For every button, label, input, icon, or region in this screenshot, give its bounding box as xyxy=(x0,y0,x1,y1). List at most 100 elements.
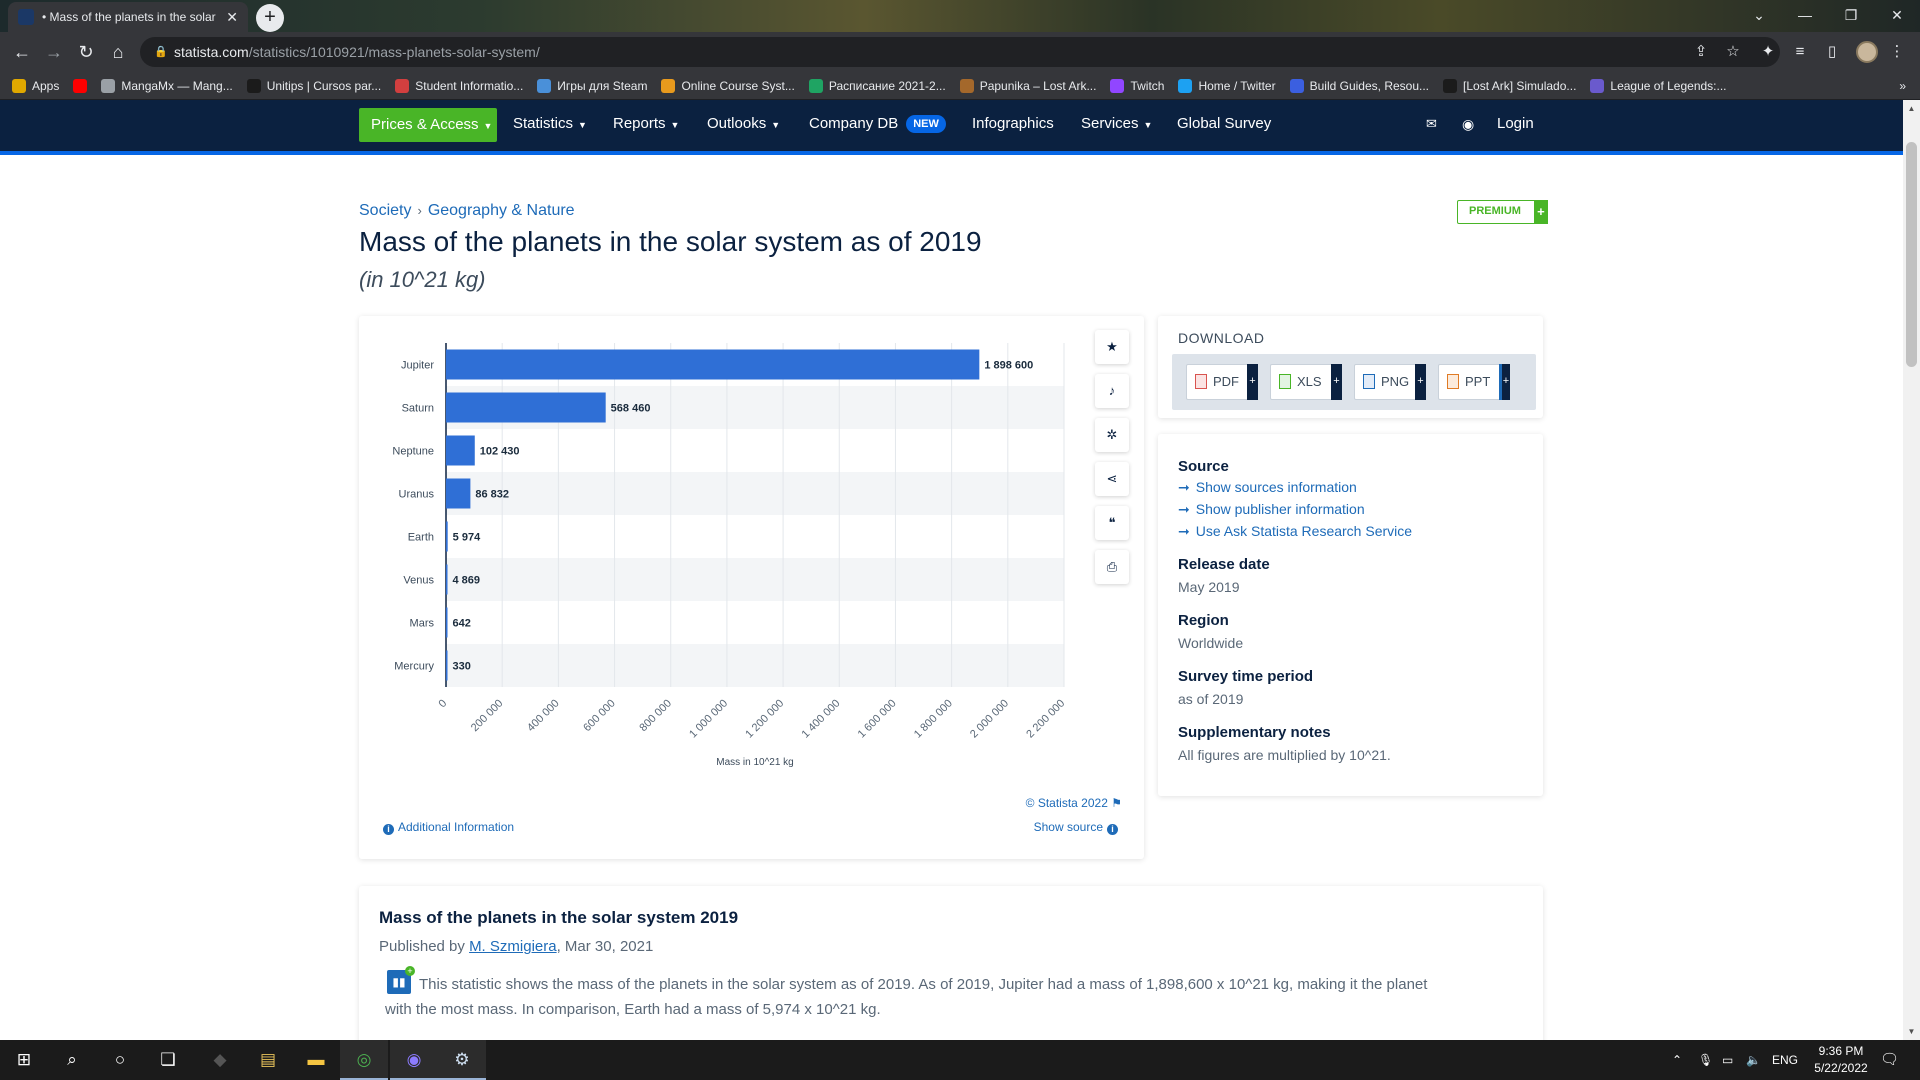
forward-icon[interactable]: → xyxy=(38,32,70,72)
cite-quote-icon[interactable]: ❝ xyxy=(1095,506,1129,540)
share-icon[interactable]: ⇪ xyxy=(1686,37,1716,67)
bookmark-item[interactable]: Papunika – Lost Ark... xyxy=(959,78,1096,93)
task-view-icon[interactable]: ❏ xyxy=(144,1040,192,1080)
bookmark-item[interactable]: MangaMx — Mang... xyxy=(101,78,233,93)
search-icon[interactable]: ⌕ xyxy=(48,1040,96,1080)
login-link[interactable]: Login xyxy=(1497,100,1534,148)
plus-icon: + xyxy=(1533,199,1548,224)
side-panel-icon[interactable]: ▯ xyxy=(1817,37,1847,67)
download-xls-button[interactable]: XLS + xyxy=(1270,364,1342,400)
file-explorer-icon[interactable]: ▬ xyxy=(292,1040,340,1080)
show-sources-link[interactable]: ➞ Show sources information xyxy=(1178,479,1357,496)
tray-overflow-icon[interactable]: ⌃ xyxy=(1672,1040,1682,1080)
steam-icon[interactable]: ⚙ xyxy=(438,1040,486,1080)
scrollbar-thumb[interactable] xyxy=(1906,142,1917,367)
scroll-up-icon[interactable]: ▲ xyxy=(1903,100,1920,117)
new-tab-button[interactable]: + xyxy=(256,4,284,32)
tab-search-icon[interactable]: ⌄ xyxy=(1736,0,1782,32)
author-link[interactable]: M. Szmigiera xyxy=(469,938,557,955)
bookmark-item[interactable]: Student Informatio... xyxy=(395,78,523,93)
x-tick-label: 1 600 000 xyxy=(856,697,899,740)
nav-company-db[interactable]: Company DB NEW xyxy=(809,100,946,148)
network-icon[interactable]: ▭ xyxy=(1722,1040,1733,1080)
profile-avatar[interactable] xyxy=(1856,41,1878,63)
breadcrumb-society[interactable]: Society xyxy=(359,202,411,219)
notification-bell-icon[interactable]: ♪ xyxy=(1095,374,1129,408)
favorite-star-icon[interactable]: ★ xyxy=(1095,330,1129,364)
back-icon[interactable]: ← xyxy=(6,32,38,72)
bookmark-item[interactable]: Online Course Syst... xyxy=(661,78,795,93)
bookmark-item[interactable]: [Lost Ark] Simulado... xyxy=(1443,78,1576,93)
lock-icon: 🔒 xyxy=(154,46,168,58)
bookmark-star-icon[interactable]: ☆ xyxy=(1718,37,1748,67)
bookmark-item[interactable]: Twitch xyxy=(1110,78,1164,93)
volume-icon[interactable]: 🔈 xyxy=(1746,1040,1761,1080)
bookmark-item[interactable]: Расписание 2021-2... xyxy=(808,78,946,93)
bookmark-favicon-icon xyxy=(661,78,676,93)
value-label: 102 430 xyxy=(480,446,520,458)
mail-icon[interactable]: ✉ xyxy=(1426,100,1437,148)
statista-copyright[interactable]: © Statista 2022 ⚑ xyxy=(1026,796,1122,810)
breadcrumb-geography[interactable]: Geography & Nature xyxy=(428,202,575,219)
bookmarks-overflow-icon[interactable]: » xyxy=(1899,79,1906,93)
nav-global-survey-label: Global Survey xyxy=(1177,115,1272,132)
category-label: Saturn xyxy=(402,403,434,415)
notepad-icon[interactable]: ▤ xyxy=(244,1040,292,1080)
download-png-button[interactable]: PNG + xyxy=(1354,364,1426,400)
menu-icon[interactable]: ⋮ xyxy=(1882,37,1912,67)
bookmark-item[interactable]: Apps xyxy=(12,78,59,93)
show-source-link[interactable]: Show source i xyxy=(1034,820,1122,835)
window-close-icon[interactable]: ✕ xyxy=(1874,0,1920,32)
bookmark-item[interactable]: Home / Twitter xyxy=(1178,78,1276,93)
download-pdf-button[interactable]: PDF + xyxy=(1186,364,1258,400)
extensions-icon[interactable]: ✦ xyxy=(1753,37,1783,67)
cortana-icon[interactable]: ○ xyxy=(96,1040,144,1080)
notifications-icon[interactable]: 🗨 xyxy=(1880,1040,1899,1080)
show-publisher-link[interactable]: ➞ Show publisher information xyxy=(1178,501,1365,518)
bookmark-label: Расписание 2021-2... xyxy=(828,78,946,93)
nav-infographics[interactable]: Infographics xyxy=(972,100,1054,148)
bookmark-favicon-icon xyxy=(395,78,410,93)
bookmark-item[interactable]: Игры для Steam xyxy=(537,78,647,93)
x-tick-label: 2 000 000 xyxy=(968,697,1011,740)
share-network-icon[interactable]: ⋖ xyxy=(1095,462,1129,496)
windows-start-icon[interactable]: ⊞ xyxy=(0,1040,48,1080)
nav-statistics[interactable]: Statistics ▼ xyxy=(513,100,587,148)
additional-information-link[interactable]: i Additional Information xyxy=(379,820,514,835)
globe-icon[interactable]: ◉ xyxy=(1462,100,1474,148)
download-ppt-button[interactable]: PPT + xyxy=(1438,364,1510,400)
discord-icon[interactable]: ◉ xyxy=(390,1040,438,1080)
chart-card: 0 200 000 400 000 600 000 800 000 1 000 000 1 … xyxy=(359,316,1144,859)
app-placeholder-icon[interactable]: ◆ xyxy=(196,1040,244,1080)
nav-reports[interactable]: Reports ▼ xyxy=(613,100,679,148)
browser-tab[interactable]: • Mass of the planets in the solar ✕ xyxy=(8,2,248,32)
address-bar[interactable]: 🔒 statista.com/statistics/1010921/mass-p… xyxy=(140,37,1780,67)
chrome-icon[interactable]: ◎ xyxy=(340,1040,388,1080)
tab-close-icon[interactable]: ✕ xyxy=(226,9,238,26)
nav-reports-label: Reports xyxy=(613,115,666,132)
microphone-icon[interactable]: 🎙 xyxy=(1698,1040,1713,1080)
bookmark-item[interactable]: League of Legends:... xyxy=(1590,78,1727,93)
language-indicator[interactable]: ENG xyxy=(1772,1040,1798,1080)
premium-badge[interactable]: PREMIUM + xyxy=(1457,199,1548,224)
reload-icon[interactable]: ↻ xyxy=(70,32,102,72)
prices-access-button[interactable]: Prices & Access ▼ xyxy=(359,108,497,142)
settings-gear-icon[interactable]: ✲ xyxy=(1095,418,1129,452)
taskbar-clock[interactable]: 9:36 PM 5/22/2022 xyxy=(1806,1043,1876,1077)
bookmark-item[interactable]: Build Guides, Resou... xyxy=(1289,78,1429,93)
reading-list-icon[interactable]: ≡ xyxy=(1785,37,1815,67)
print-icon[interactable]: ⎙ xyxy=(1095,550,1129,584)
source-heading: Source xyxy=(1178,458,1229,475)
minimize-icon[interactable]: — xyxy=(1782,0,1828,32)
nav-services[interactable]: Services ▼ xyxy=(1081,100,1152,148)
page-subtitle: (in 10^21 kg) xyxy=(359,267,486,292)
nav-outlooks[interactable]: Outlooks ▼ xyxy=(707,100,780,148)
survey-period-value: as of 2019 xyxy=(1178,691,1244,707)
restore-icon[interactable]: ❐ xyxy=(1828,0,1874,32)
bookmark-item[interactable] xyxy=(73,78,88,93)
bookmark-item[interactable]: Unitips | Cursos par... xyxy=(246,78,381,93)
ask-statista-link[interactable]: ➞ Use Ask Statista Research Service xyxy=(1178,523,1412,540)
home-icon[interactable]: ⌂ xyxy=(102,32,134,72)
nav-global-survey[interactable]: Global Survey xyxy=(1177,100,1271,148)
scroll-down-icon[interactable]: ▼ xyxy=(1903,1023,1920,1040)
